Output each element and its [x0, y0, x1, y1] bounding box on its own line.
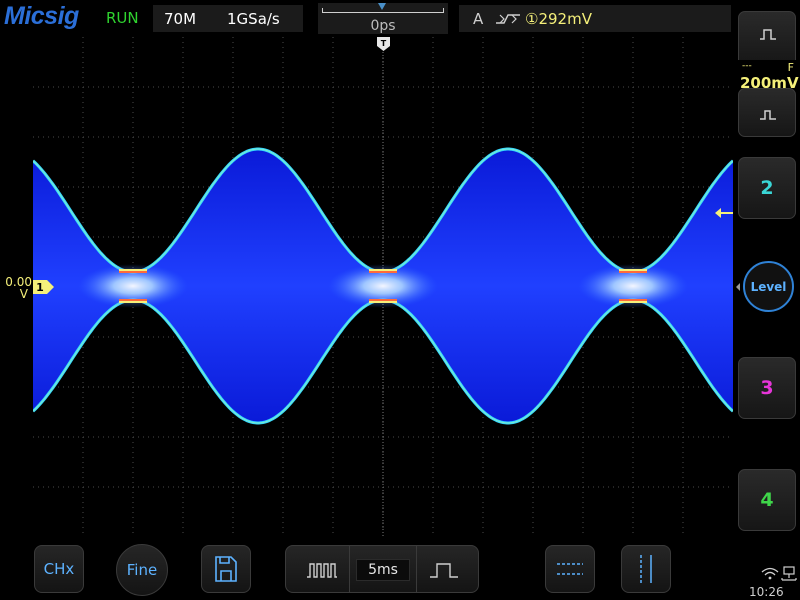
horizontal-cursor-button[interactable]: [545, 545, 595, 593]
trigger-level-button[interactable]: Level: [743, 261, 794, 312]
cursor-horizontal-icon: [557, 563, 583, 575]
trigger-info-box[interactable]: A ①292mV: [459, 5, 731, 32]
top-status-bar: Micsig RUN 70M 1GSa/s 0ps A ①292mV: [0, 0, 735, 36]
ch1-offset-marker[interactable]: 1: [33, 279, 55, 295]
ch1-coupling-symbol: ---: [742, 61, 752, 71]
sample-rate-value: 1GSa/s: [227, 10, 280, 28]
time-offset-value: 0ps: [370, 18, 396, 34]
ch1-offset-label: 0.00 V: [2, 276, 32, 300]
memory-position-marker: [378, 3, 386, 10]
chx-button[interactable]: CHx: [34, 545, 84, 593]
vertical-cursor-button[interactable]: [621, 545, 671, 593]
trigger-level-arrow[interactable]: [714, 207, 734, 219]
ch1-scale-down-button[interactable]: [738, 88, 796, 137]
timebase-decrease-button[interactable]: [294, 554, 350, 586]
pulse-narrow-icon: [760, 110, 776, 120]
waveform-canvas: [33, 37, 733, 536]
save-icon: [215, 556, 237, 582]
trigger-position-marker[interactable]: T: [377, 37, 390, 51]
trigger-level-value: ①292mV: [525, 10, 592, 28]
ch4-button[interactable]: 4: [738, 469, 796, 531]
ch1-coupling-flag: F: [787, 61, 794, 74]
bandwidth-value: 70M: [164, 10, 197, 28]
brand-logo: Micsig: [4, 2, 79, 30]
ch2-button[interactable]: 2: [738, 157, 796, 219]
level-knob-tick: [736, 283, 740, 291]
network-icon: [781, 566, 797, 581]
pulse-wide-icon: [760, 29, 776, 40]
envelope-nodes: [78, 264, 688, 308]
timebase-value[interactable]: 5ms: [356, 559, 410, 581]
fine-button[interactable]: Fine: [116, 544, 168, 596]
pulse-train-icon: [307, 563, 337, 578]
save-button[interactable]: [201, 545, 251, 593]
ch1-offset-unit: V: [19, 287, 28, 301]
horizontal-position-box[interactable]: 0ps: [318, 3, 448, 34]
wifi-icon: [761, 567, 779, 580]
waveform-display[interactable]: [33, 37, 733, 536]
edge-trigger-icon: [496, 14, 520, 24]
timebase-increase-button[interactable]: [416, 554, 472, 586]
trigger-marker-label: T: [381, 39, 387, 48]
ch1-marker-label: 1: [36, 281, 44, 294]
acquisition-info[interactable]: 70M 1GSa/s: [153, 5, 303, 32]
timebase-control: 5ms: [285, 545, 479, 593]
pulse-wide-icon: [430, 563, 458, 578]
system-status-icons: [761, 566, 797, 581]
trigger-mode-label: A: [473, 10, 484, 28]
system-clock: 10:26: [749, 585, 784, 599]
ch3-button[interactable]: 3: [738, 357, 796, 419]
run-state-button[interactable]: RUN: [106, 9, 139, 27]
divider: [349, 546, 350, 592]
cursor-vertical-icon: [640, 555, 652, 583]
ch1-scale-up-button[interactable]: [738, 11, 796, 67]
